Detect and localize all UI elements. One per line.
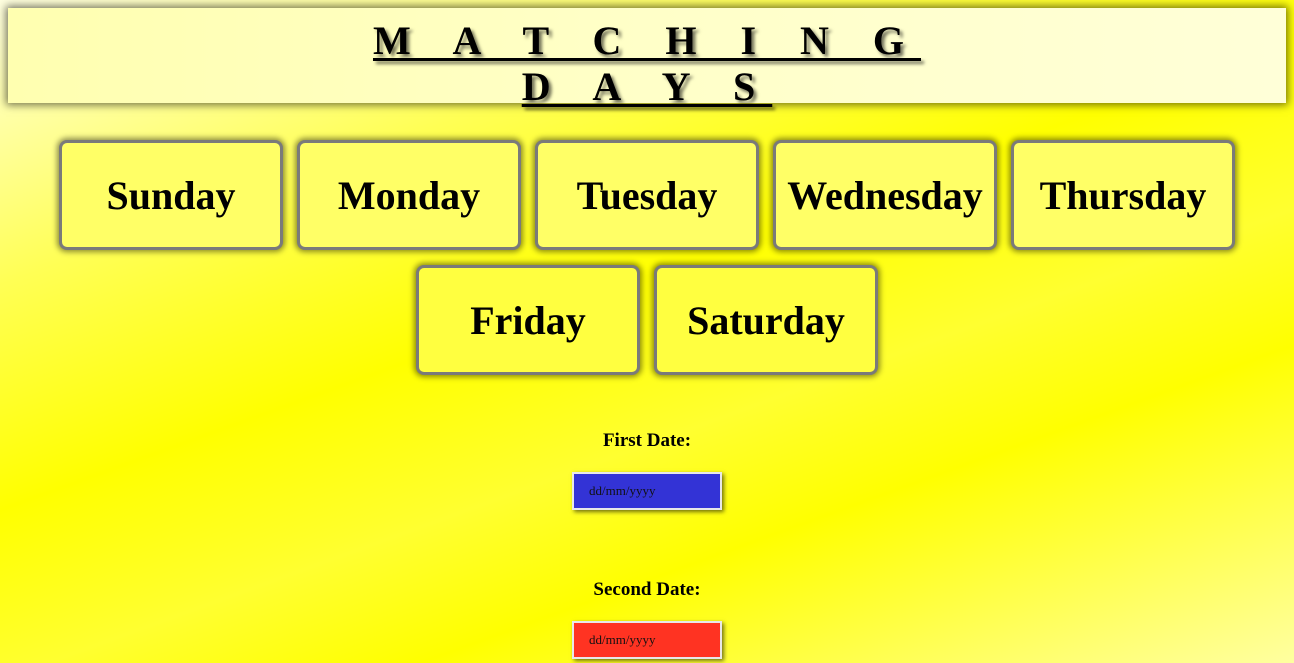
day-card-tuesday[interactable]: Tuesday [535,140,759,250]
page-header: M A T C H I N G D A Y S [8,8,1286,109]
page-title: M A T C H I N G D A Y S [373,8,921,110]
title-line-2: D A Y S [521,64,773,109]
days-row-2: Friday Saturday [0,265,1294,375]
title-line-1: M A T C H I N G [372,18,922,63]
day-card-sunday[interactable]: Sunday [59,140,283,250]
day-card-wednesday[interactable]: Wednesday [773,140,997,250]
second-date-label: Second Date: [593,579,701,600]
second-date-input[interactable]: dd/mm/yyyy [572,621,722,659]
first-date-input[interactable]: dd/mm/yyyy [572,472,722,510]
day-card-monday[interactable]: Monday [297,140,521,250]
second-date-block: Second Date: dd/mm/yyyy [0,579,1294,659]
first-date-block: First Date: dd/mm/yyyy [0,430,1294,510]
day-card-thursday[interactable]: Thursday [1011,140,1235,250]
day-card-saturday[interactable]: Saturday [654,265,878,375]
first-date-label: First Date: [602,430,692,451]
days-row-1: Sunday Monday Tuesday Wednesday Thursday [0,140,1294,250]
day-card-friday[interactable]: Friday [416,265,640,375]
